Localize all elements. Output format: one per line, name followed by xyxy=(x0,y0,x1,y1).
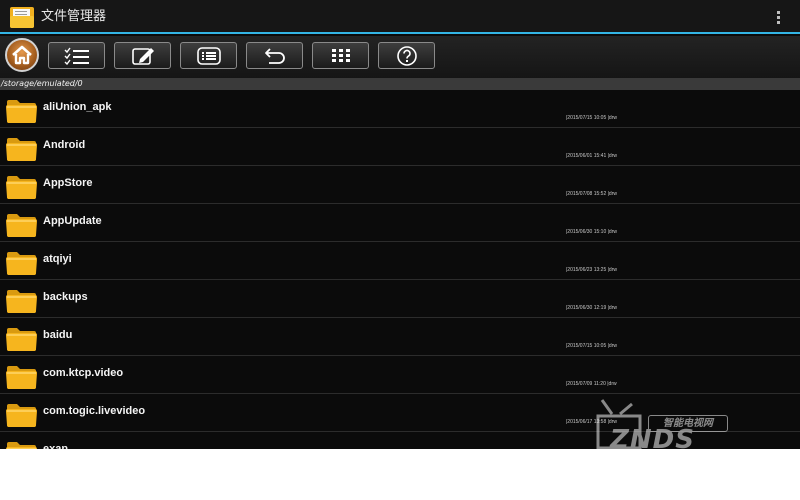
edit-button[interactable] xyxy=(114,42,171,69)
file-row[interactable]: AppUpdate |2015/06/30 15:10 |drw xyxy=(0,204,800,242)
file-meta: |2015/07/08 15:52 |drw xyxy=(566,191,617,197)
file-meta: |2015/07/15 10:05 |drw xyxy=(566,343,617,349)
folder-icon xyxy=(6,404,37,427)
file-row[interactable]: backups |2015/06/30 12:19 |drw xyxy=(0,280,800,318)
file-row[interactable]: com.togic.livevideo |2015/06/17 13:58 |dr… xyxy=(0,394,800,432)
overflow-menu-icon[interactable] xyxy=(770,9,786,27)
folder-icon xyxy=(6,138,37,161)
toolbar xyxy=(0,36,800,78)
folder-icon xyxy=(6,214,37,237)
folder-icon xyxy=(6,290,37,313)
file-manager-screen: 文件管理器 /storage/emulated/0 aliUnion_apk |… xyxy=(0,0,800,449)
list-icon xyxy=(196,46,221,65)
file-row[interactable]: exan xyxy=(0,432,800,449)
file-row[interactable]: AppStore |2015/07/08 15:52 |drw xyxy=(0,166,800,204)
file-list[interactable]: aliUnion_apk |2015/07/15 10:05 |drw Androi… xyxy=(0,90,800,449)
file-name: com.ktcp.video xyxy=(43,367,124,379)
file-row[interactable]: atqiyi |2015/06/23 13:25 |drw xyxy=(0,242,800,280)
file-row[interactable]: Android |2015/06/01 15:41 |drw xyxy=(0,128,800,166)
home-button[interactable] xyxy=(5,38,39,72)
file-name: Android xyxy=(43,139,86,151)
file-name: exan xyxy=(43,443,69,449)
folder-icon xyxy=(6,442,37,449)
file-name: com.togic.livevideo xyxy=(43,405,146,417)
folder-icon xyxy=(6,252,37,275)
folder-icon xyxy=(6,176,37,199)
folder-icon xyxy=(6,366,37,389)
grid-view-button[interactable] xyxy=(312,42,369,69)
file-meta: |2015/06/23 13:25 |drw xyxy=(566,267,617,273)
file-name: atqiyi xyxy=(43,253,72,265)
file-name: AppUpdate xyxy=(43,215,102,227)
file-row[interactable]: com.ktcp.video |2015/07/09 11:20 |drw xyxy=(0,356,800,394)
file-meta: |2015/06/17 13:58 |drw xyxy=(566,419,617,425)
path-bar: /storage/emulated/0 xyxy=(0,78,800,90)
back-button[interactable] xyxy=(246,42,303,69)
file-row[interactable]: aliUnion_apk |2015/07/15 10:05 |drw xyxy=(0,90,800,128)
edit-icon xyxy=(131,47,154,65)
undo-arrow-icon xyxy=(264,47,285,64)
folder-icon xyxy=(6,100,37,123)
current-path: /storage/emulated/0 xyxy=(1,79,83,88)
multi-select-button[interactable] xyxy=(48,42,105,69)
help-icon xyxy=(396,45,417,66)
home-icon xyxy=(12,45,32,65)
file-meta: |2015/07/09 11:20 |drw xyxy=(566,381,617,387)
app-title: 文件管理器 xyxy=(41,9,107,24)
folder-icon xyxy=(6,328,37,351)
grid-icon xyxy=(331,48,350,62)
file-meta: |2015/06/30 15:10 |drw xyxy=(566,229,617,235)
list-view-button[interactable] xyxy=(180,42,237,69)
file-name: AppStore xyxy=(43,177,93,189)
file-meta: |2015/06/30 12:19 |drw xyxy=(566,305,617,311)
checklist-icon xyxy=(64,47,89,65)
file-name: baidu xyxy=(43,329,73,341)
file-manager-folder-icon xyxy=(10,7,34,28)
file-row[interactable]: baidu |2015/07/15 10:05 |drw xyxy=(0,318,800,356)
file-name: aliUnion_apk xyxy=(43,101,112,113)
title-bar: 文件管理器 xyxy=(0,0,800,34)
file-meta: |2015/07/15 10:05 |drw xyxy=(566,115,617,121)
file-name: backups xyxy=(43,291,88,303)
file-meta: |2015/06/01 15:41 |drw xyxy=(566,153,617,159)
help-button[interactable] xyxy=(378,42,435,69)
